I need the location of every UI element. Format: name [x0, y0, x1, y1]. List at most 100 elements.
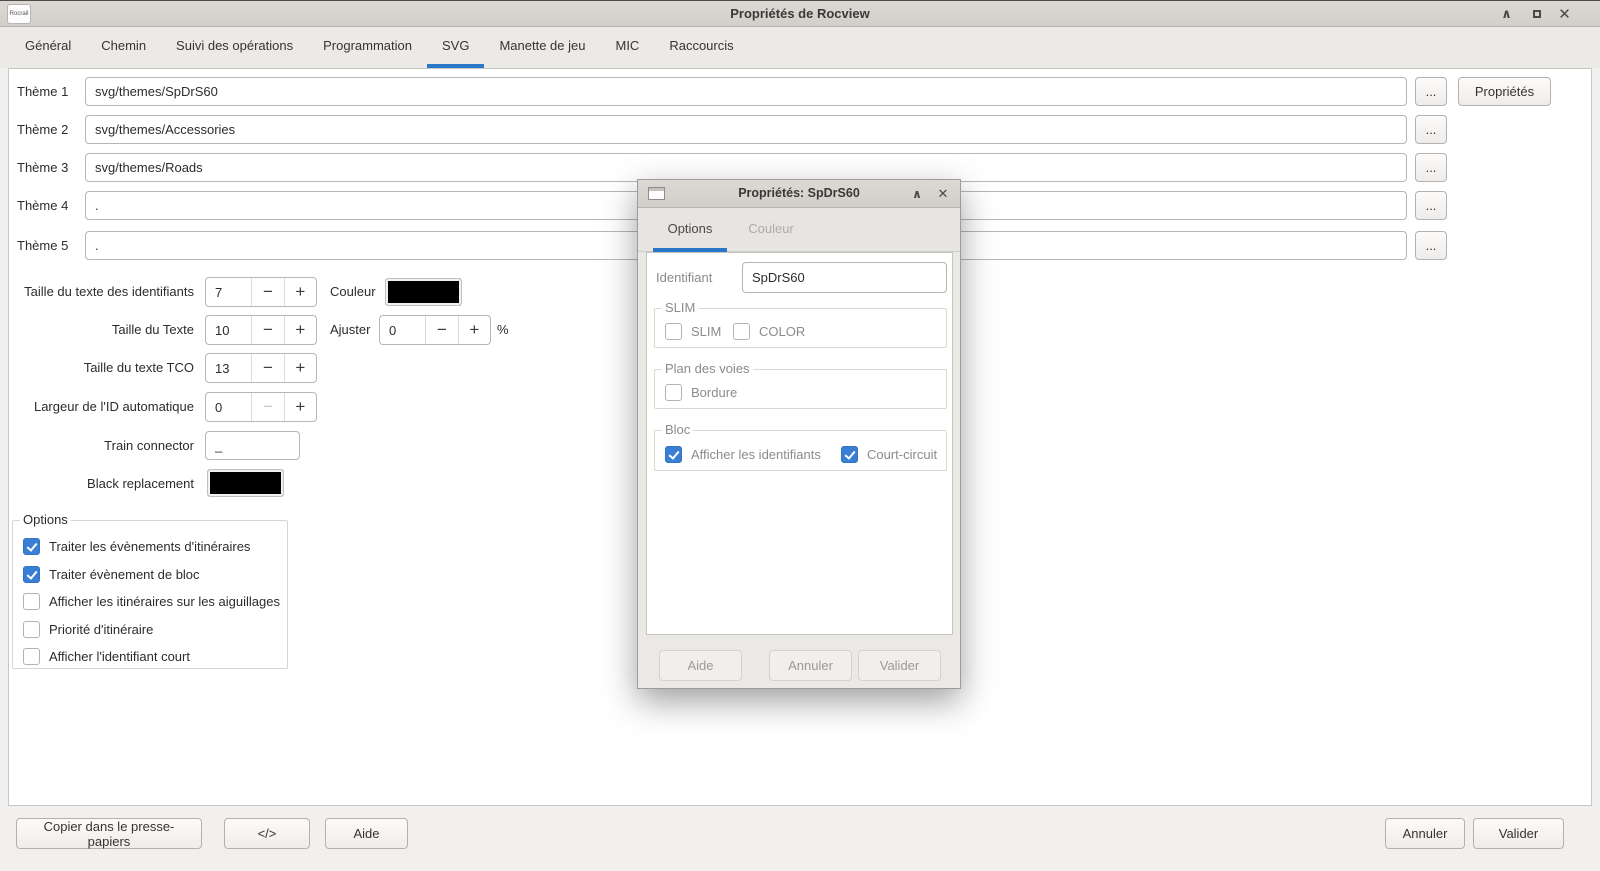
tab-mic[interactable]: MIC — [600, 27, 654, 68]
id-text-size-value[interactable]: 7 — [206, 278, 251, 306]
slim-group: SLIM SLIM COLOR — [654, 308, 947, 348]
checkbox-traiter-evenement-bloc[interactable] — [23, 566, 40, 583]
shade-icon[interactable]: ∧ — [1494, 1, 1519, 27]
checkbox-afficher-itineraires-aiguillages[interactable] — [23, 593, 40, 610]
minus-icon[interactable]: − — [251, 354, 283, 382]
option-row: Traiter les évènements d'itinéraires — [23, 536, 250, 556]
tab-general[interactable]: Général — [10, 27, 86, 68]
theme2-label: Thème 2 — [17, 115, 68, 145]
ajuster-value[interactable]: 0 — [380, 316, 425, 344]
black-replacement-label: Black replacement — [14, 469, 194, 499]
ajuster-label: Ajuster — [330, 315, 370, 345]
dialog-tab-couleur: Couleur — [738, 208, 804, 252]
option-label: Bordure — [691, 385, 737, 400]
close-icon[interactable]: ✕ — [932, 181, 954, 207]
theme1-label: Thème 1 — [17, 77, 68, 107]
maximize-icon[interactable] — [1524, 1, 1549, 27]
dialog-help-button[interactable]: Aide — [659, 650, 742, 681]
ok-button[interactable]: Valider — [1473, 818, 1564, 849]
tco-text-size-value[interactable]: 13 — [206, 354, 251, 382]
auto-id-width-value[interactable]: 0 — [206, 393, 251, 421]
minus-icon[interactable]: − — [251, 278, 283, 306]
tab-raccourcis[interactable]: Raccourcis — [654, 27, 748, 68]
option-label: Afficher les itinéraires sur les aiguill… — [49, 594, 280, 609]
theme2-browse-button[interactable]: ... — [1415, 115, 1447, 144]
plus-icon[interactable]: + — [284, 354, 316, 382]
couleur-swatch-button[interactable] — [385, 278, 462, 306]
checkbox-bordure[interactable] — [665, 384, 682, 401]
theme1-browse-button[interactable]: ... — [1415, 77, 1447, 106]
checkbox-priorite-itineraire[interactable] — [23, 621, 40, 638]
tab-chemin[interactable]: Chemin — [86, 27, 161, 68]
plus-icon[interactable]: + — [284, 393, 316, 421]
cancel-button[interactable]: Annuler — [1385, 818, 1465, 849]
option-row: Court-circuit — [841, 444, 937, 464]
bloc-group-legend: Bloc — [662, 422, 693, 438]
checkbox-slim[interactable] — [665, 323, 682, 340]
window-title: Propriétés de Rocview — [0, 1, 1600, 27]
copy-clipboard-button[interactable]: Copier dans le presse-papiers — [16, 818, 202, 849]
option-row: Priorité d'itinéraire — [23, 619, 153, 639]
tab-programmation[interactable]: Programmation — [308, 27, 427, 68]
option-row: SLIM — [665, 321, 721, 341]
identifiant-input[interactable] — [742, 262, 947, 293]
theme3-label: Thème 3 — [17, 153, 68, 183]
rocview-properties-window: Rocrail Propriétés de Rocview ∧ ✕ Généra… — [0, 0, 1600, 871]
plus-icon[interactable]: + — [284, 316, 316, 344]
plus-icon[interactable]: + — [284, 278, 316, 306]
close-icon[interactable]: ✕ — [1552, 1, 1577, 27]
option-label: Traiter les évènements d'itinéraires — [49, 539, 250, 554]
dialog-ok-button[interactable]: Valider — [858, 650, 941, 681]
black-replacement-swatch-button[interactable] — [207, 469, 284, 497]
id-text-size-spinner: 7 − + — [205, 277, 317, 307]
theme1-input[interactable] — [85, 77, 1407, 106]
checkbox-court-circuit[interactable] — [841, 446, 858, 463]
option-label: Afficher les identifiants — [691, 447, 821, 462]
plus-icon[interactable]: + — [458, 316, 490, 344]
option-row: Traiter évènement de bloc — [23, 564, 200, 584]
text-size-label: Taille du Texte — [14, 315, 194, 345]
train-connector-label: Train connector — [14, 431, 194, 461]
auto-id-width-spinner: 0 − + — [205, 392, 317, 422]
code-view-button[interactable]: </> — [224, 818, 310, 849]
minus-icon[interactable]: − — [251, 316, 283, 344]
percent-label: % — [497, 315, 509, 345]
option-label: Traiter évènement de bloc — [49, 567, 200, 582]
option-label: COLOR — [759, 324, 805, 339]
checkbox-color[interactable] — [733, 323, 750, 340]
theme5-browse-button[interactable]: ... — [1415, 231, 1447, 260]
minus-icon[interactable]: − — [425, 316, 457, 344]
theme3-input[interactable] — [85, 153, 1407, 182]
option-row: COLOR — [733, 321, 805, 341]
ajuster-spinner: 0 − + — [379, 315, 491, 345]
tab-suivi-operations[interactable]: Suivi des opérations — [161, 27, 308, 68]
checkbox-traiter-evenements-itineraires[interactable] — [23, 538, 40, 555]
checkbox-afficher-identifiant-court[interactable] — [23, 648, 40, 665]
text-size-spinner: 10 − + — [205, 315, 317, 345]
option-row: Afficher les itinéraires sur les aiguill… — [23, 591, 280, 611]
option-row: Afficher les identifiants — [665, 444, 821, 464]
help-button[interactable]: Aide — [325, 818, 408, 849]
bloc-group: Bloc Afficher les identifiants Court-cir… — [654, 430, 947, 471]
auto-id-width-label: Largeur de l'ID automatique — [14, 392, 194, 422]
tab-svg[interactable]: SVG — [427, 27, 484, 68]
slim-group-legend: SLIM — [662, 300, 698, 316]
dialog-cancel-button[interactable]: Annuler — [769, 650, 852, 681]
theme1-properties-button[interactable]: Propriétés — [1458, 77, 1551, 106]
titlebar: Rocrail Propriétés de Rocview ∧ ✕ — [0, 1, 1600, 27]
dialog-tab-options[interactable]: Options — [653, 208, 727, 252]
plan-des-voies-group: Plan des voies Bordure — [654, 369, 947, 409]
option-row: Afficher l'identifiant court — [23, 646, 190, 666]
shade-icon[interactable]: ∧ — [906, 181, 928, 207]
theme4-browse-button[interactable]: ... — [1415, 191, 1447, 220]
theme2-input[interactable] — [85, 115, 1407, 144]
checkbox-afficher-identifiants[interactable] — [665, 446, 682, 463]
tco-text-size-label: Taille du texte TCO — [14, 353, 194, 383]
tab-manette[interactable]: Manette de jeu — [484, 27, 600, 68]
train-connector-input[interactable] — [205, 431, 300, 460]
text-size-value[interactable]: 10 — [206, 316, 251, 344]
options-group: Options Traiter les évènements d'itinéra… — [12, 520, 288, 669]
dialog-tabs: Options Couleur — [638, 208, 960, 252]
option-row: Bordure — [665, 382, 737, 402]
theme3-browse-button[interactable]: ... — [1415, 153, 1447, 182]
